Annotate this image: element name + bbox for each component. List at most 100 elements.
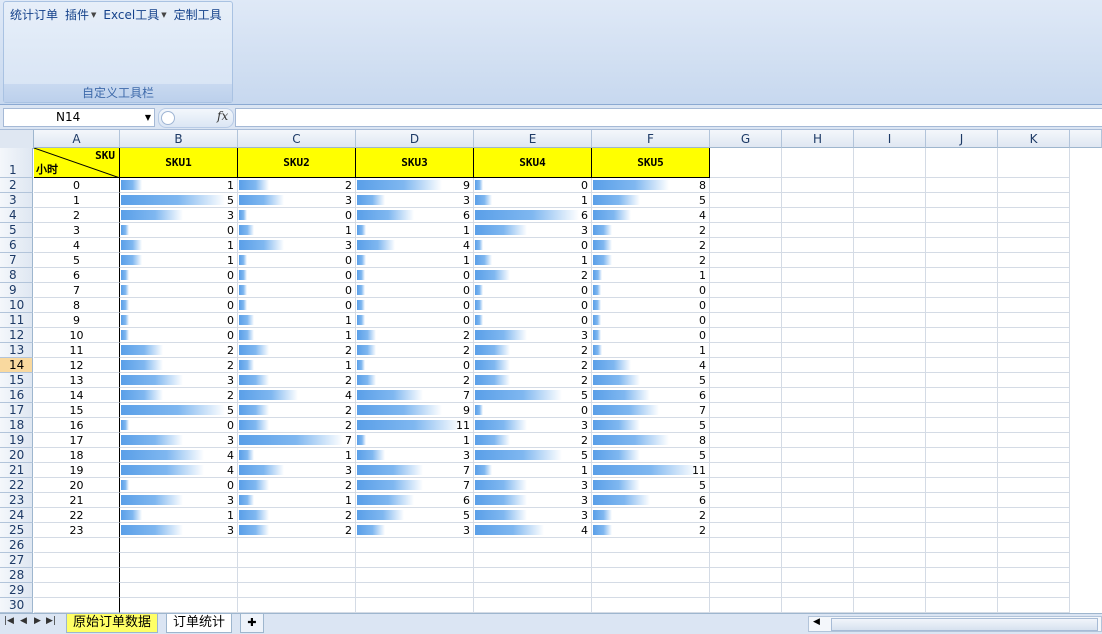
cell-i1[interactable] [854, 148, 926, 178]
cell-f19[interactable]: 8 [592, 433, 710, 448]
cell-a2[interactable]: 0 [34, 178, 120, 193]
cell-b15[interactable]: 3 [120, 373, 238, 388]
cell-i13[interactable] [854, 343, 926, 358]
header-cell-sku1[interactable]: SKU1 [120, 148, 238, 178]
column-header-e[interactable]: E [474, 130, 592, 148]
cell-h6[interactable] [782, 238, 854, 253]
row-header-29[interactable]: 29 [0, 583, 33, 598]
row-header-6[interactable]: 6 [0, 238, 33, 253]
cell-g19[interactable] [710, 433, 782, 448]
cell-h14[interactable] [782, 358, 854, 373]
cell-f18[interactable]: 5 [592, 418, 710, 433]
cell-c7[interactable]: 0 [238, 253, 356, 268]
cell-c9[interactable]: 0 [238, 283, 356, 298]
row-header-16[interactable]: 16 [0, 388, 33, 403]
cell-i6[interactable] [854, 238, 926, 253]
cell-d10[interactable]: 0 [356, 298, 474, 313]
cell-k8[interactable] [998, 268, 1070, 283]
cell-b10[interactable]: 0 [120, 298, 238, 313]
cell-f12[interactable]: 0 [592, 328, 710, 343]
cell-e28[interactable] [474, 568, 592, 583]
cell-b5[interactable]: 0 [120, 223, 238, 238]
cell-k23[interactable] [998, 493, 1070, 508]
cell-h11[interactable] [782, 313, 854, 328]
cell-g10[interactable] [710, 298, 782, 313]
cell-i21[interactable] [854, 463, 926, 478]
cell-b6[interactable]: 1 [120, 238, 238, 253]
cell-e7[interactable]: 1 [474, 253, 592, 268]
cell-c22[interactable]: 2 [238, 478, 356, 493]
header-cell-sku4[interactable]: SKU4 [474, 148, 592, 178]
cell-b4[interactable]: 3 [120, 208, 238, 223]
column-header-h[interactable]: H [782, 130, 854, 148]
insert-sheet-icon[interactable]: ✚ [240, 614, 264, 633]
cell-g21[interactable] [710, 463, 782, 478]
cell-h7[interactable] [782, 253, 854, 268]
prev-sheet-icon[interactable]: ◀ [20, 616, 27, 626]
cell-c5[interactable]: 1 [238, 223, 356, 238]
cell-e29[interactable] [474, 583, 592, 598]
cell-e11[interactable]: 0 [474, 313, 592, 328]
cell-i12[interactable] [854, 328, 926, 343]
row-header-25[interactable]: 25 [0, 523, 33, 538]
cell-h24[interactable] [782, 508, 854, 523]
cell-f22[interactable]: 5 [592, 478, 710, 493]
cell-e16[interactable]: 5 [474, 388, 592, 403]
cell-d20[interactable]: 3 [356, 448, 474, 463]
cell-h28[interactable] [782, 568, 854, 583]
cell-k16[interactable] [998, 388, 1070, 403]
cell-e5[interactable]: 3 [474, 223, 592, 238]
cell-f13[interactable]: 1 [592, 343, 710, 358]
worksheet-grid[interactable]: A B C D E F G H I J K 1 2 3 4 5 6 7 8 9 10 11 12 13 14 15 16 17 18 19… [0, 130, 1102, 613]
cell-b27[interactable] [120, 553, 238, 568]
cell-b18[interactable]: 0 [120, 418, 238, 433]
column-header-i[interactable]: I [854, 130, 926, 148]
cell-g17[interactable] [710, 403, 782, 418]
cell-d2[interactable]: 9 [356, 178, 474, 193]
cell-j11[interactable] [926, 313, 998, 328]
cell-k17[interactable] [998, 403, 1070, 418]
next-sheet-icon[interactable]: ▶ [34, 616, 41, 626]
cell-f7[interactable]: 2 [592, 253, 710, 268]
cell-k11[interactable] [998, 313, 1070, 328]
row-header-13[interactable]: 13 [0, 343, 33, 358]
cell-c15[interactable]: 2 [238, 373, 356, 388]
cell-h17[interactable] [782, 403, 854, 418]
cell-c16[interactable]: 4 [238, 388, 356, 403]
cell-j18[interactable] [926, 418, 998, 433]
cell-e26[interactable] [474, 538, 592, 553]
cell-b26[interactable] [120, 538, 238, 553]
row-header-2[interactable]: 2 [0, 178, 33, 193]
cell-g16[interactable] [710, 388, 782, 403]
cell-h2[interactable] [782, 178, 854, 193]
chevron-down-icon[interactable]: ▼ [145, 109, 151, 126]
cell-i2[interactable] [854, 178, 926, 193]
cell-k13[interactable] [998, 343, 1070, 358]
cell-j12[interactable] [926, 328, 998, 343]
cell-d25[interactable]: 3 [356, 523, 474, 538]
cell-h21[interactable] [782, 463, 854, 478]
cell-c30[interactable] [238, 598, 356, 613]
menu-custom-tools[interactable]: 定制工具 [174, 6, 222, 23]
cell-c18[interactable]: 2 [238, 418, 356, 433]
cell-h23[interactable] [782, 493, 854, 508]
cell-i7[interactable] [854, 253, 926, 268]
cell-f5[interactable]: 2 [592, 223, 710, 238]
cell-d3[interactable]: 3 [356, 193, 474, 208]
cell-f23[interactable]: 6 [592, 493, 710, 508]
cell-g29[interactable] [710, 583, 782, 598]
menu-excel-tools[interactable]: Excel工具 ▼ [103, 6, 166, 23]
sheet-tab-order-stats[interactable]: 订单统计 [166, 614, 233, 633]
cell-e10[interactable]: 0 [474, 298, 592, 313]
cell-j22[interactable] [926, 478, 998, 493]
cell-f15[interactable]: 5 [592, 373, 710, 388]
cell-d19[interactable]: 1 [356, 433, 474, 448]
last-sheet-icon[interactable]: ▶| [46, 616, 56, 626]
cell-h4[interactable] [782, 208, 854, 223]
cell-k30[interactable] [998, 598, 1070, 613]
cell-j1[interactable] [926, 148, 998, 178]
formula-input[interactable] [235, 108, 1102, 127]
cell-k5[interactable] [998, 223, 1070, 238]
cell-h5[interactable] [782, 223, 854, 238]
cell-h26[interactable] [782, 538, 854, 553]
